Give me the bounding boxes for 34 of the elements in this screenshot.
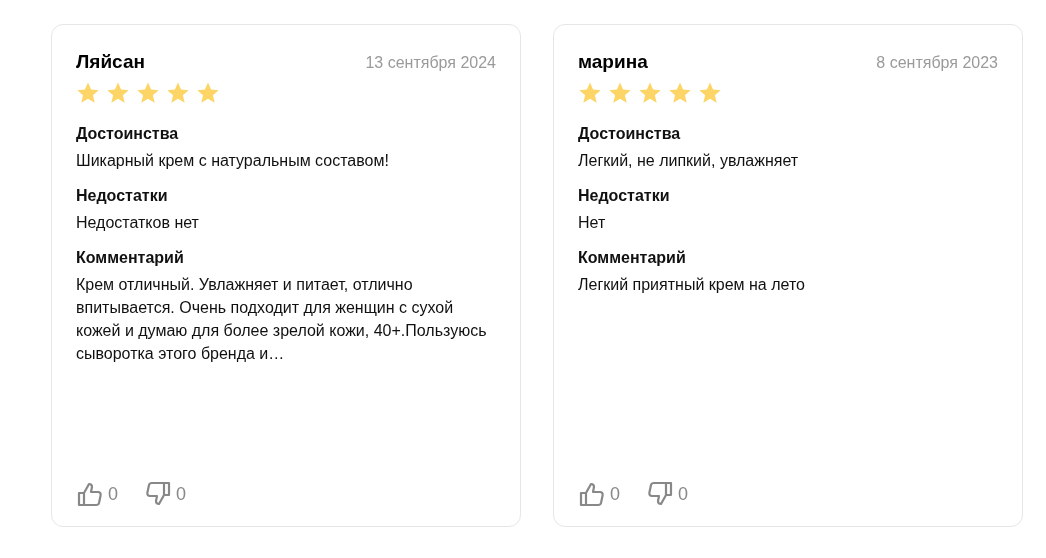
star-icon (136, 81, 160, 105)
star-icon (638, 81, 662, 105)
section-heading: Комментарий (578, 249, 687, 267)
thumbs-up-icon (578, 480, 606, 508)
section-text: Недостатков нет (76, 213, 200, 233)
section-heading: Комментарий (76, 249, 185, 267)
section-heading: Недостатки (76, 187, 169, 205)
section-heading: Достоинства (578, 125, 682, 143)
section-text: Шикарный крем с натуральным составом! (76, 151, 390, 171)
star-icon (578, 81, 602, 105)
author-name: Ляйсан (76, 51, 145, 73)
star-icon (698, 81, 722, 105)
star-icon (196, 81, 220, 105)
thumbs-up-icon (76, 480, 104, 508)
section-heading: Недостатки (578, 187, 671, 205)
star-icon (608, 81, 632, 105)
review-date: 8 сентября 2023 (876, 54, 998, 72)
section-text: Легкий приятный крем на лето (578, 275, 806, 295)
dislike-button[interactable]: 0 (646, 480, 689, 508)
section-text: Нет (578, 213, 607, 233)
thumbs-down-icon (144, 480, 172, 508)
star-icon (668, 81, 692, 105)
section-heading: Достоинства (76, 125, 180, 143)
star-icon (106, 81, 130, 105)
like-button[interactable]: 0 (578, 480, 620, 508)
thumbs-down-icon (646, 480, 674, 508)
section-text: Легкий, не липкий, увлажняет (578, 151, 800, 171)
star-icon (76, 81, 100, 105)
like-button[interactable]: 0 (76, 480, 118, 508)
review-date: 13 сентября 2024 (365, 54, 496, 72)
author-name: марина (578, 51, 648, 73)
dislike-button[interactable]: 0 (144, 480, 187, 508)
star-icon (166, 81, 190, 105)
section-text: Крем отличный. Увлажняет и питает, отлично впитывается. Очень подходит для женщин с сухой кожей и думаю для более зрелой кожи, 40+.Пользуюсь сыворотка этого бренда и… (76, 275, 488, 364)
